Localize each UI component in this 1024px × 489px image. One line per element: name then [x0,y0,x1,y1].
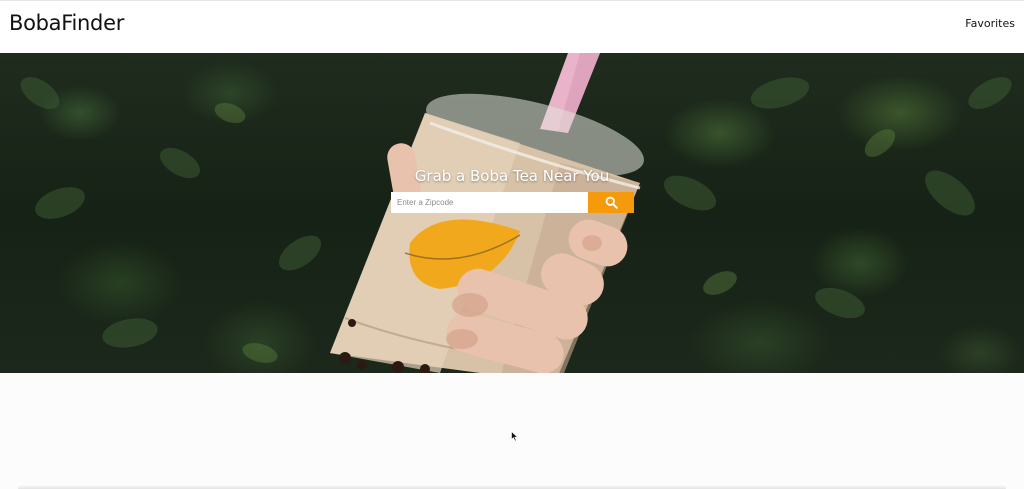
hero-banner: Grab a Boba Tea Near You [0,53,1024,373]
search-form [391,192,634,213]
mouse-cursor-icon [511,431,519,442]
nav-link-favorites[interactable]: Favorites [965,17,1015,30]
results-card-edge [18,485,1006,489]
brand-logo[interactable]: BobaFinder [9,11,124,35]
navbar: BobaFinder Favorites [0,0,1024,53]
zipcode-input[interactable] [391,192,588,213]
hero-title: Grab a Boba Tea Near You [414,167,610,185]
page: BobaFinder Favorites Grab a Boba Tea Nea… [0,0,1024,489]
search-icon [605,196,618,209]
hero-image-boba-cup [20,53,1012,373]
search-button[interactable] [588,192,634,213]
